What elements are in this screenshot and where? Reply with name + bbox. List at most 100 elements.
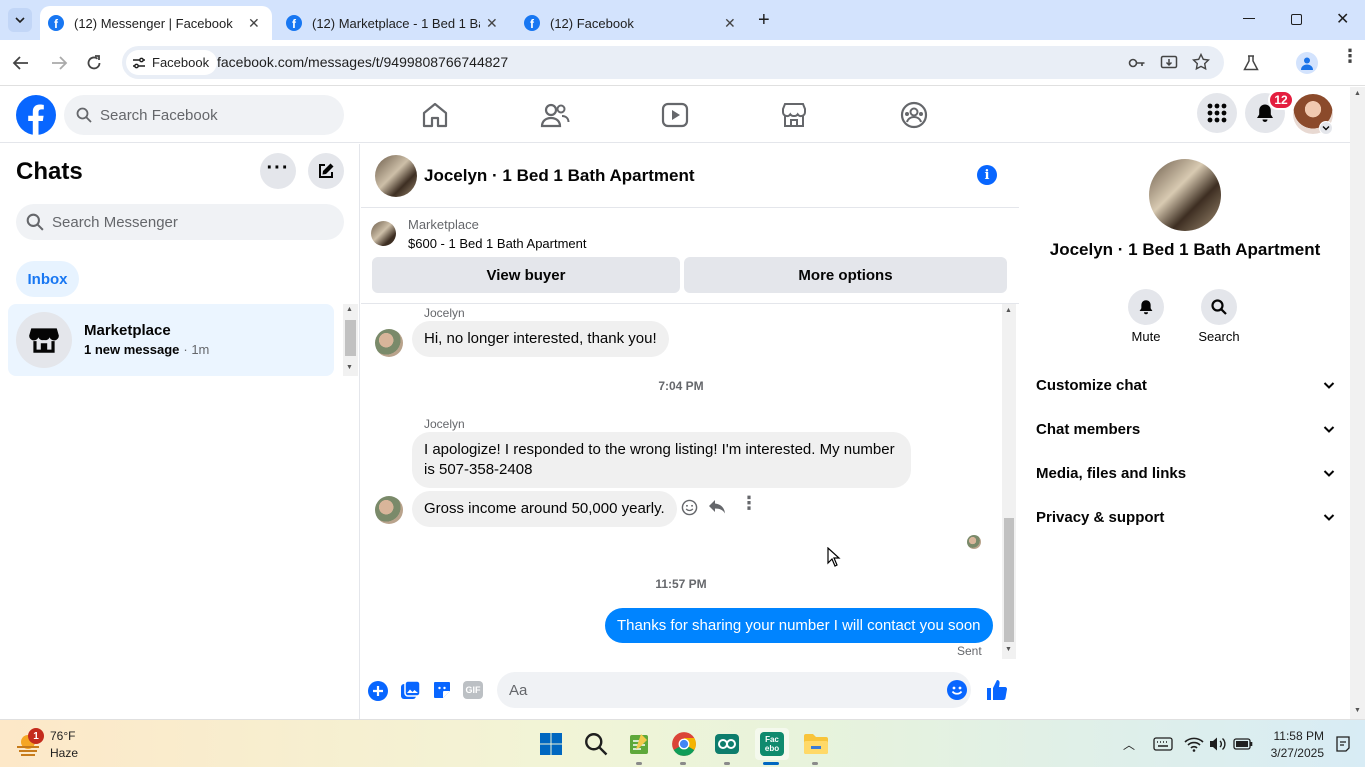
- taskbar-app-notepad[interactable]: [623, 728, 655, 760]
- bookmark-star-icon[interactable]: [1192, 53, 1210, 71]
- close-tab-icon[interactable]: ✕: [248, 15, 260, 32]
- conversation-item-marketplace[interactable]: Marketplace 1 new message · 1m: [8, 304, 334, 376]
- scroll-up-arrow-icon[interactable]: ▲: [1005, 307, 1012, 314]
- chat-avatar[interactable]: [375, 155, 417, 197]
- info-avatar[interactable]: [1149, 159, 1221, 231]
- weather-temperature[interactable]: 76°F: [50, 729, 75, 743]
- scroll-down-arrow-icon[interactable]: ▼: [1005, 646, 1012, 653]
- page-scrollbar[interactable]: ▲ ▼: [1350, 87, 1365, 719]
- outgoing-message-bubble[interactable]: Thanks for sharing your number I will co…: [605, 608, 993, 643]
- chats-options-button[interactable]: ···: [260, 153, 296, 189]
- sticker-icon[interactable]: [432, 680, 452, 700]
- taskbar-app-media[interactable]: [711, 728, 743, 760]
- facebook-logo-icon[interactable]: [16, 95, 56, 135]
- tab-marketplace[interactable]: f (12) Marketplace - 1 Bed 1 Bath ✕: [278, 6, 510, 40]
- wifi-icon[interactable]: [1184, 736, 1204, 752]
- address-bar[interactable]: Facebook facebook.com/messages/t/9499808…: [122, 46, 1224, 79]
- message-list-scrollbar[interactable]: ▲ ▼: [1002, 304, 1016, 659]
- back-arrow-icon[interactable]: [12, 54, 30, 72]
- listing-title[interactable]: $600 - 1 Bed 1 Bath Apartment: [408, 236, 587, 251]
- clock-date[interactable]: 3/27/2025: [1262, 746, 1324, 760]
- weather-condition[interactable]: Haze: [50, 746, 78, 760]
- message-more-kebab-icon[interactable]: ⋮: [740, 494, 758, 512]
- mute-button[interactable]: [1128, 289, 1164, 325]
- conversation-panel: Jocelyn · 1 Bed 1 Bath Apartment i Marke…: [361, 144, 1019, 719]
- search-in-conversation-button[interactable]: [1201, 289, 1237, 325]
- labs-flask-icon[interactable]: [1242, 54, 1260, 72]
- conversation-preview: 1 new message: [84, 342, 180, 357]
- groups-nav-icon[interactable]: [898, 99, 930, 131]
- password-key-icon[interactable]: [1128, 55, 1146, 71]
- chat-members-section[interactable]: Chat members: [1036, 411, 1336, 447]
- view-buyer-button[interactable]: View buyer: [372, 257, 680, 293]
- more-options-button[interactable]: More options: [684, 257, 1007, 293]
- scroll-up-arrow-icon[interactable]: ▲: [1354, 90, 1361, 97]
- browser-tab-strip: f (12) Messenger | Facebook ✕ f (12) Mar…: [0, 0, 1365, 40]
- tab-facebook[interactable]: f (12) Facebook ✕: [516, 6, 748, 40]
- volume-icon[interactable]: [1209, 736, 1227, 752]
- privacy-support-section[interactable]: Privacy & support: [1036, 499, 1336, 535]
- chat-list-scroll-thumb[interactable]: [345, 320, 356, 356]
- react-emoji-icon[interactable]: [681, 499, 698, 516]
- sender-avatar[interactable]: [375, 329, 403, 357]
- profile-avatar-button[interactable]: [1296, 52, 1318, 74]
- messenger-search-input[interactable]: Search Messenger: [16, 204, 344, 240]
- new-message-button[interactable]: [308, 153, 344, 189]
- emoji-picker-icon[interactable]: [947, 680, 967, 700]
- reply-arrow-icon[interactable]: [708, 499, 726, 515]
- inbox-tab[interactable]: Inbox: [16, 261, 79, 297]
- thumbs-up-icon[interactable]: [985, 678, 1009, 702]
- taskbar-app-chrome[interactable]: [668, 728, 700, 760]
- account-chevron-icon[interactable]: [1319, 121, 1333, 135]
- restore-button[interactable]: [1291, 14, 1302, 25]
- battery-icon[interactable]: [1233, 737, 1253, 751]
- show-hidden-icons-chevron[interactable]: ︿: [1123, 736, 1135, 753]
- friends-nav-icon[interactable]: [539, 99, 571, 131]
- minimize-button[interactable]: [1243, 18, 1255, 19]
- message-bubble[interactable]: Hi, no longer interested, thank you!: [412, 321, 669, 357]
- marketplace-nav-icon[interactable]: [778, 99, 810, 131]
- notification-center-icon[interactable]: [1335, 736, 1351, 752]
- close-window-button[interactable]: ✕: [1336, 9, 1349, 29]
- chat-title[interactable]: Jocelyn · 1 Bed 1 Bath Apartment: [424, 166, 695, 186]
- browser-toolbar: Facebook facebook.com/messages/t/9499808…: [0, 40, 1365, 86]
- photo-attach-icon[interactable]: [400, 680, 421, 701]
- keyboard-icon[interactable]: [1153, 737, 1173, 751]
- facebook-top-bar: Search Facebook 12: [0, 87, 1350, 143]
- message-scroll-thumb[interactable]: [1004, 518, 1014, 642]
- url-text[interactable]: facebook.com/messages/t/9499808766744827: [217, 54, 508, 70]
- close-tab-icon[interactable]: ✕: [724, 15, 736, 32]
- reload-icon[interactable]: [85, 54, 103, 72]
- close-tab-icon[interactable]: ✕: [486, 15, 498, 32]
- new-tab-button[interactable]: +: [758, 10, 770, 30]
- message-bubble[interactable]: Gross income around 50,000 yearly.: [412, 491, 677, 527]
- tab-search-button[interactable]: [8, 8, 32, 32]
- clock-time[interactable]: 11:58 PM: [1262, 729, 1324, 743]
- browser-menu-kebab-icon[interactable]: ⋮: [1341, 47, 1359, 65]
- taskbar-app-file-explorer[interactable]: [800, 728, 832, 760]
- menu-apps-button[interactable]: [1197, 93, 1237, 133]
- site-info-chip[interactable]: Facebook: [126, 50, 218, 75]
- tab-messenger[interactable]: f (12) Messenger | Facebook ✕: [40, 6, 272, 40]
- message-input[interactable]: Aa: [497, 672, 971, 708]
- seen-by-avatar: [967, 535, 981, 549]
- media-files-links-section[interactable]: Media, files and links: [1036, 455, 1336, 491]
- scroll-down-arrow-icon[interactable]: ▼: [1354, 707, 1361, 714]
- customize-chat-section[interactable]: Customize chat: [1036, 367, 1336, 403]
- chat-list-scrollbar[interactable]: ▲ ▼: [343, 304, 358, 376]
- sender-avatar[interactable]: [375, 496, 403, 524]
- message-list: Jocelyn Hi, no longer interested, thank …: [361, 304, 1019, 659]
- forward-arrow-icon[interactable]: [50, 54, 68, 72]
- plus-circle-icon[interactable]: [368, 681, 388, 701]
- message-bubble[interactable]: I apologize! I responded to the wrong li…: [412, 432, 911, 488]
- facebook-search-input[interactable]: Search Facebook: [64, 95, 344, 135]
- gif-icon[interactable]: GIF: [463, 681, 483, 699]
- home-nav-icon[interactable]: [419, 99, 451, 131]
- listing-thumbnail[interactable]: [371, 221, 396, 246]
- start-button[interactable]: [535, 728, 567, 760]
- taskbar-search-button[interactable]: [580, 728, 612, 760]
- install-app-icon[interactable]: [1160, 54, 1178, 72]
- conversation-info-icon[interactable]: i: [977, 165, 997, 185]
- video-nav-icon[interactable]: [659, 99, 691, 131]
- taskbar-app-facebook[interactable]: Fac ebo: [755, 728, 789, 760]
